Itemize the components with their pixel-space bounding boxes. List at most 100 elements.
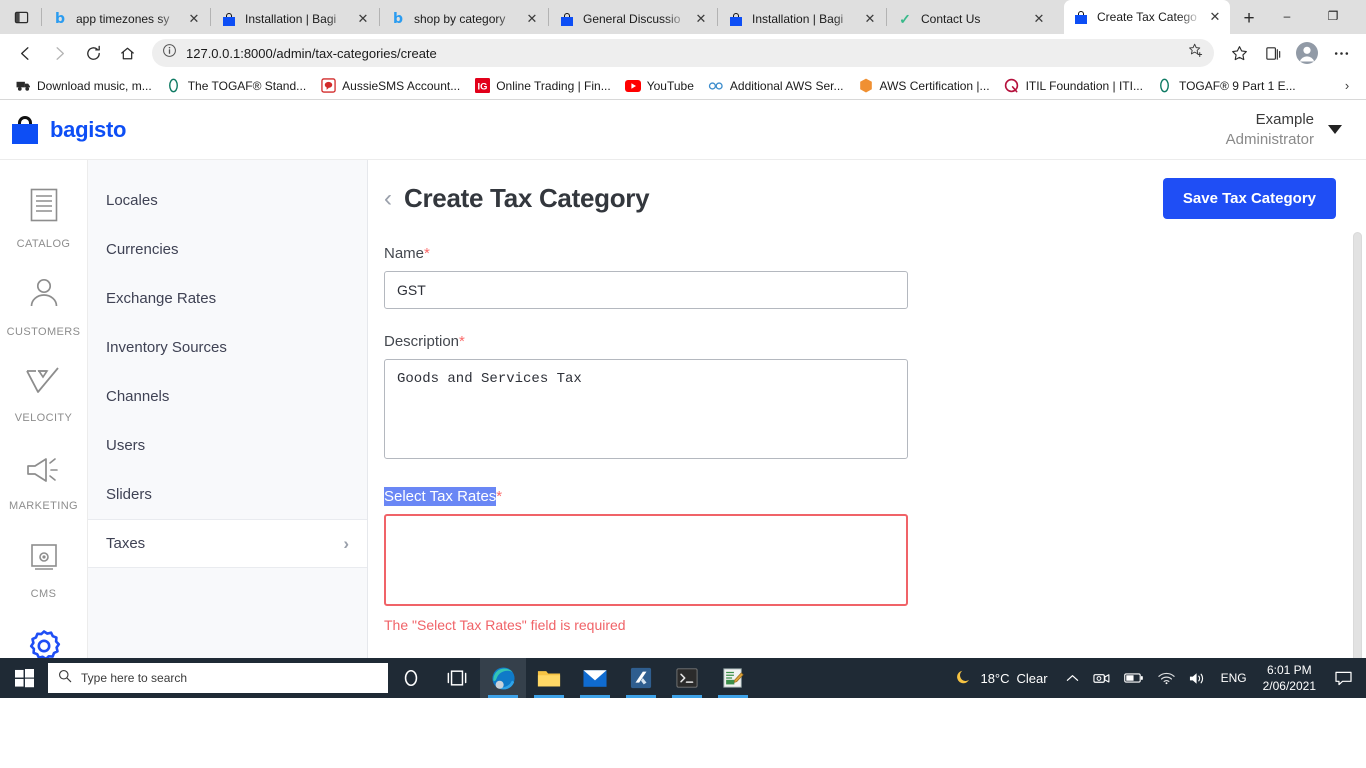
content-scrollbar[interactable] [1352, 160, 1363, 698]
star-plus-icon[interactable] [1187, 42, 1204, 64]
tab-close-icon[interactable]: ✕ [1204, 6, 1226, 28]
bookmark-2[interactable]: AussieSMS Account... [313, 74, 467, 98]
tab-close-icon[interactable]: ✕ [1028, 8, 1050, 30]
required-asterisk: * [496, 488, 503, 505]
tab-search-button[interactable] [2, 0, 40, 34]
brand[interactable]: bagisto [10, 115, 126, 145]
browser-tab-0[interactable]: b app timezones sy ✕ [43, 4, 209, 34]
bookmark-0[interactable]: Download music, m... [8, 74, 159, 98]
bookmark-4[interactable]: YouTube [618, 74, 701, 98]
sidebar-item-velocity[interactable]: VELOCITY [0, 350, 87, 438]
tab-close-icon[interactable]: ✕ [352, 8, 374, 30]
profile-avatar-icon[interactable] [1290, 38, 1324, 68]
favorites-icon[interactable] [1222, 38, 1256, 68]
reload-icon[interactable] [76, 38, 110, 68]
omnibox-right-icons [1187, 42, 1204, 64]
back-icon[interactable] [8, 38, 42, 68]
show-hidden-icons-chevron[interactable] [1060, 658, 1085, 698]
svg-text:IG: IG [477, 81, 487, 91]
taskbar-app-cortana[interactable] [388, 658, 434, 698]
tab-close-icon[interactable]: ✕ [521, 8, 543, 30]
bookmark-7[interactable]: ITIL Foundation | ITI... [997, 74, 1150, 98]
tab-close-icon[interactable]: ✕ [183, 8, 205, 30]
battery-icon[interactable] [1118, 658, 1150, 698]
tax-rates-multiselect[interactable] [384, 514, 908, 606]
minimize-button[interactable]: – [1264, 0, 1310, 32]
submenu-item-currencies[interactable]: Currencies [88, 225, 367, 274]
chevron-down-icon[interactable] [1328, 125, 1342, 134]
description-textarea[interactable] [384, 359, 908, 459]
address-bar[interactable]: 127.0.0.1:8000/admin/tax-categories/crea… [152, 39, 1214, 67]
submenu-item-taxes[interactable]: Taxes › [88, 519, 367, 568]
browser-tab-1[interactable]: Installation | Bagi ✕ [212, 4, 378, 34]
back-chevron-icon[interactable]: ‹ [384, 186, 392, 211]
bookmark-1[interactable]: The TOGAF® Stand... [159, 74, 313, 98]
submenu-item-channels[interactable]: Channels [88, 372, 367, 421]
maximize-button[interactable]: ❐ [1310, 0, 1356, 32]
ellipsis-icon[interactable] [1324, 38, 1358, 68]
browser-tab-5[interactable]: ✓ Contact Us ✕ [888, 4, 1064, 34]
bing-b-icon: b [54, 11, 66, 27]
tab-title: Create Tax Catego [1097, 10, 1197, 24]
taskbar-search-box[interactable]: Type here to search [48, 663, 388, 693]
bookmarks-overflow-icon[interactable]: › [1336, 78, 1358, 93]
sidebar-item-marketing[interactable]: MARKETING [0, 438, 87, 526]
user-menu[interactable]: Example Administrator [1226, 110, 1342, 149]
volume-icon[interactable] [1183, 658, 1213, 698]
submenu-item-exchange-rates[interactable]: Exchange Rates [88, 274, 367, 323]
search-placeholder: Type here to search [81, 671, 188, 685]
camera-icon[interactable] [1087, 658, 1116, 698]
bookmark-8[interactable]: TOGAF® 9 Part 1 E... [1150, 74, 1303, 98]
browser-tab-4[interactable]: Installation | Bagi ✕ [719, 4, 885, 34]
tab-title: shop by category [414, 12, 506, 26]
tab-title: General Discussio [583, 12, 681, 26]
submenu-item-locales[interactable]: Locales [88, 176, 367, 225]
bookmark-5[interactable]: Additional AWS Ser... [701, 74, 851, 98]
main-content: ‹ Create Tax Category Save Tax Category … [368, 160, 1366, 698]
taskbar-app-notepad[interactable] [710, 658, 756, 698]
collections-icon[interactable] [1256, 38, 1290, 68]
bookmark-label: The TOGAF® Stand... [187, 78, 307, 93]
taskbar-app-mail[interactable] [572, 658, 618, 698]
name-input[interactable] [384, 271, 908, 309]
language-indicator[interactable]: ENG [1215, 658, 1253, 698]
tab-title: Installation | Bagi [245, 12, 337, 26]
taskbar-app-microsoft-edge[interactable] [480, 658, 526, 698]
tab-close-icon[interactable]: ✕ [690, 8, 712, 30]
sidebar-item-catalog[interactable]: CATALOG [0, 174, 87, 262]
tab-close-icon[interactable]: ✕ [859, 8, 881, 30]
moon-icon [955, 668, 973, 689]
scrollbar-thumb[interactable] [1353, 232, 1362, 682]
taskbar-app-sql-management-studio[interactable] [618, 658, 664, 698]
browser-toolbar: 127.0.0.1:8000/admin/tax-categories/crea… [0, 34, 1366, 72]
admin-topbar: bagisto Example Administrator [0, 100, 1366, 160]
taskbar-app-task-view[interactable] [434, 658, 480, 698]
new-tab-button[interactable]: + [1234, 4, 1264, 34]
tax-rates-error-message: The "Select Tax Rates" field is required [384, 617, 626, 633]
field-tax-rates: Select Tax Rates* The "Select Tax Rates"… [384, 487, 912, 633]
close-window-button[interactable]: ✕ [1356, 0, 1366, 32]
user-names: Example Administrator [1226, 110, 1314, 149]
notification-icon[interactable] [1326, 658, 1360, 698]
browser-tab-3[interactable]: General Discussio ✕ [550, 4, 716, 34]
submenu-label: Exchange Rates [106, 290, 217, 307]
taskbar-app-terminal[interactable] [664, 658, 710, 698]
bookmark-3[interactable]: IG Online Trading | Fin... [467, 74, 618, 98]
bookmark-6[interactable]: AWS Certification |... [851, 74, 997, 98]
home-icon[interactable] [110, 38, 144, 68]
submenu-item-sliders[interactable]: Sliders [88, 470, 367, 519]
sidebar-item-cms[interactable]: CMS [0, 526, 87, 614]
taskbar-app-file-explorer[interactable] [526, 658, 572, 698]
field-name: Name* [384, 245, 912, 309]
taskbar-clock[interactable]: 6:01 PM 2/06/2021 [1255, 662, 1324, 694]
browser-tab-6-active[interactable]: Create Tax Catego ✕ [1064, 0, 1230, 34]
info-circle-icon[interactable] [162, 43, 177, 63]
weather-widget[interactable]: 18°C Clear [949, 668, 1057, 689]
windows-start-icon[interactable] [0, 658, 48, 698]
wifi-icon[interactable] [1152, 658, 1181, 698]
submenu-item-inventory-sources[interactable]: Inventory Sources [88, 323, 367, 372]
save-tax-category-button[interactable]: Save Tax Category [1162, 178, 1336, 219]
submenu-item-users[interactable]: Users [88, 421, 367, 470]
sidebar-item-customers[interactable]: CUSTOMERS [0, 262, 87, 350]
browser-tab-2[interactable]: b shop by category ✕ [381, 4, 547, 34]
